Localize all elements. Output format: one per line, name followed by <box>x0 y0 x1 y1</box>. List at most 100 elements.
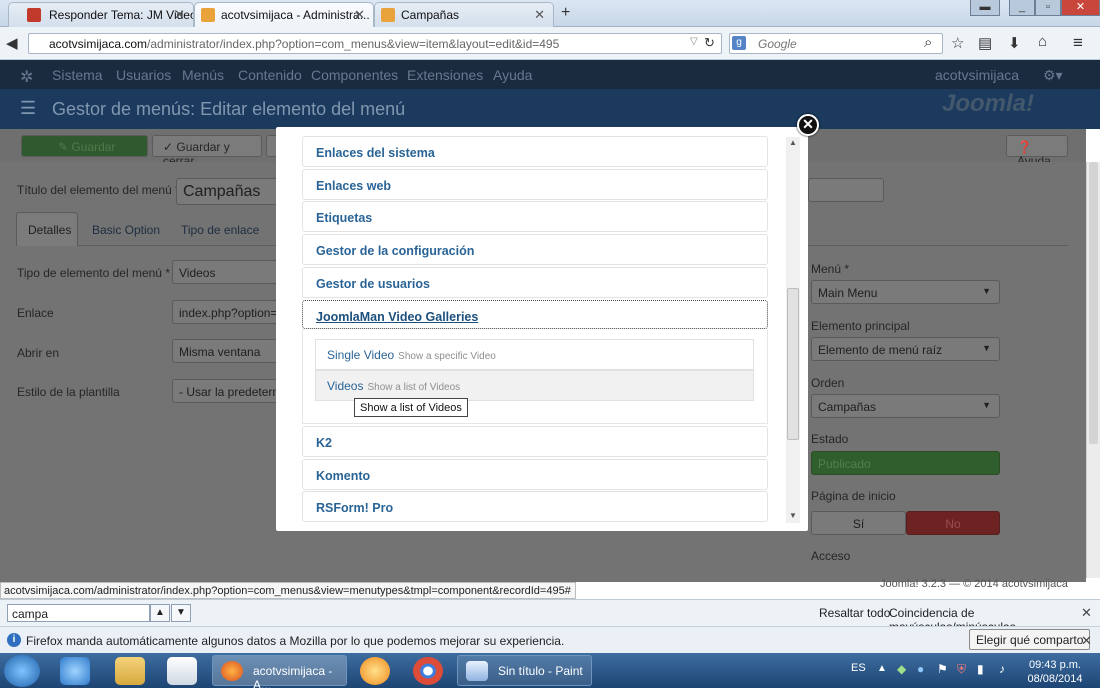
accordion-k2[interactable]: K2 <box>302 426 768 457</box>
home-icon[interactable]: ⌂ <box>1038 33 1047 50</box>
modal-scrollbar-thumb[interactable] <box>787 288 799 440</box>
option-videos[interactable]: Videos Show a list of Videos <box>315 370 754 401</box>
menu-select[interactable]: Main Menu ▼ <box>811 280 1000 304</box>
chrome-icon[interactable] <box>413 657 443 685</box>
accordion-enlaces-sistema[interactable]: Enlaces del sistema <box>302 136 768 167</box>
start-button-icon[interactable] <box>4 655 40 687</box>
parent-select[interactable]: Elemento de menú raíz ▼ <box>811 337 1000 361</box>
page-scrollbar-thumb[interactable] <box>1089 162 1098 444</box>
state-select[interactable]: Publicado <box>811 451 1000 475</box>
accordion-rsform-pro[interactable]: RSForm! Pro <box>302 491 768 522</box>
tray-flag-icon[interactable]: ⚑ <box>937 662 948 676</box>
type-field[interactable]: Videos <box>172 260 278 284</box>
file-explorer-icon[interactable] <box>115 657 145 685</box>
dropdown-icon[interactable]: ▽ <box>690 36 698 47</box>
tray-volume-icon[interactable]: ♪ <box>999 662 1005 676</box>
nav-menus[interactable]: Menús <box>182 67 224 83</box>
taskbar-paint[interactable]: Sin título - Paint <box>457 655 592 686</box>
open-label: Abrir en <box>17 346 60 360</box>
option-description: Show a list of Videos <box>367 382 461 393</box>
tray-signal-icon[interactable]: ▮ <box>977 662 984 676</box>
bookmark-star-icon[interactable]: ☆ <box>951 34 964 52</box>
alias-input[interactable] <box>808 178 884 202</box>
nav-extensiones[interactable]: Extensiones <box>407 67 483 83</box>
find-previous-icon[interactable]: ▲ <box>150 604 170 622</box>
accordion-komento[interactable]: Komento <box>302 459 768 490</box>
status-url: acotvsimijaca.com/administrator/index.ph… <box>0 582 576 599</box>
link-label: Enlace <box>17 306 54 320</box>
scroll-down-icon[interactable]: ▼ <box>789 511 797 520</box>
nav-sistema[interactable]: Sistema <box>52 67 103 83</box>
minimize-icon[interactable]: ▬ <box>970 0 1000 16</box>
find-input[interactable]: campa <box>7 604 150 622</box>
home-label: Página de inicio <box>811 489 896 503</box>
tab-basic-option[interactable]: Basic Option <box>92 223 160 237</box>
new-tab-icon[interactable]: + <box>561 4 570 22</box>
close-notification-icon[interactable]: ✕ <box>1081 633 1092 649</box>
tab-detalles[interactable]: Detalles <box>28 223 71 237</box>
settings-gear-icon[interactable]: ⚙▾ <box>1043 67 1063 84</box>
search-bar[interactable]: Google <box>729 33 943 54</box>
open-select[interactable]: Misma ventana <box>172 339 278 363</box>
page-scrollbar[interactable] <box>1086 162 1100 578</box>
close-window-icon[interactable]: ✕ <box>1061 0 1100 16</box>
find-next-icon[interactable]: ▼ <box>171 604 191 622</box>
scroll-up-icon[interactable]: ▲ <box>789 138 797 147</box>
menu-icon[interactable]: ≡ <box>1073 33 1083 53</box>
tray-security-icon[interactable]: ⛨ <box>957 662 966 677</box>
tray-expand-icon[interactable]: ▲ <box>877 663 887 674</box>
highlight-all-button[interactable]: Resaltar todo <box>819 606 890 620</box>
internet-explorer-icon[interactable] <box>60 657 90 685</box>
accordion-etiquetas[interactable]: Etiquetas <box>302 201 768 232</box>
accordion-joomlaman-video-galleries[interactable]: JoomlaMan Video Galleries <box>302 300 768 329</box>
joomla-favicon-icon <box>381 8 395 22</box>
caret-down-icon: ▼ <box>982 286 991 296</box>
bookmarks-list-icon[interactable]: ▤ <box>978 34 992 52</box>
back-icon[interactable]: ◀ <box>6 34 18 52</box>
search-icon[interactable]: ⌕ <box>924 34 932 51</box>
app-icon[interactable] <box>360 657 390 685</box>
nav-componentes[interactable]: Componentes <box>311 67 398 83</box>
browser-tab-admin[interactable]: acotvsimijaca - Administra... ✕ <box>194 2 374 27</box>
minimize-icon[interactable]: _ <box>1009 0 1035 16</box>
option-single-video[interactable]: Single Video Show a specific Video <box>315 339 754 370</box>
taskbar-firefox[interactable]: acotvsimijaca - A... <box>212 655 347 688</box>
close-tab-icon[interactable]: ✕ <box>174 7 185 23</box>
tray-info-icon[interactable]: ● <box>917 662 924 676</box>
maximize-icon[interactable]: ▫ <box>1035 0 1061 16</box>
google-icon[interactable]: g <box>732 36 746 50</box>
nav-contenido[interactable]: Contenido <box>238 67 302 83</box>
tab-favicon-icon <box>27 8 41 22</box>
close-modal-icon[interactable]: ✕ <box>797 114 819 136</box>
home-no-button[interactable]: No <box>906 511 1000 535</box>
accordion-gestor-configuracion[interactable]: Gestor de la configuración <box>302 234 768 265</box>
accordion-enlaces-web[interactable]: Enlaces web <box>302 169 768 200</box>
tab-title: acotvsimijaca - Administra... <box>221 8 370 22</box>
language-indicator[interactable]: ES <box>851 662 866 674</box>
home-yes-button[interactable]: Sí <box>811 511 906 535</box>
order-select[interactable]: Campañas ▼ <box>811 394 1000 418</box>
save-button[interactable]: ✎ Guardar <box>21 135 148 157</box>
accordion-gestor-usuarios[interactable]: Gestor de usuarios <box>302 267 768 298</box>
close-tab-icon[interactable]: ✕ <box>354 7 365 23</box>
choose-share-button[interactable]: Elegir qué comparto <box>969 629 1091 650</box>
nav-usuarios[interactable]: Usuarios <box>116 67 171 83</box>
url-bar[interactable]: acotvsimijaca.com/administrator/index.ph… <box>28 33 722 54</box>
download-icon[interactable]: ⬇ <box>1008 34 1021 52</box>
reload-icon[interactable]: ↻ <box>704 35 715 51</box>
title-input[interactable]: Campañas <box>176 178 280 205</box>
style-select[interactable]: - Usar la predeterm <box>172 379 278 403</box>
close-tab-icon[interactable]: ✕ <box>534 7 545 23</box>
save-close-button[interactable]: ✓ Guardar y cerrar <box>152 135 262 168</box>
url-path: /administrator/index.php?option=com_menu… <box>147 37 560 51</box>
nav-ayuda[interactable]: Ayuda <box>493 67 532 83</box>
help-button[interactable]: ❓ Ayuda <box>1006 135 1068 168</box>
browser-tab-campanas[interactable]: Campañas ✕ <box>374 2 554 27</box>
tray-network-icon[interactable]: ◆ <box>897 662 906 676</box>
media-player-icon[interactable] <box>167 657 197 685</box>
site-link[interactable]: acotvsimijaca <box>935 67 1019 83</box>
tab-tipo-enlace[interactable]: Tipo de enlace <box>181 223 259 237</box>
browser-tab-responder[interactable]: Responder Tema: JM Video ... ✕ <box>8 2 194 27</box>
close-find-icon[interactable]: ✕ <box>1081 605 1092 621</box>
taskbar-clock[interactable]: 09:43 p.m. 08/08/2014 <box>1025 658 1085 686</box>
